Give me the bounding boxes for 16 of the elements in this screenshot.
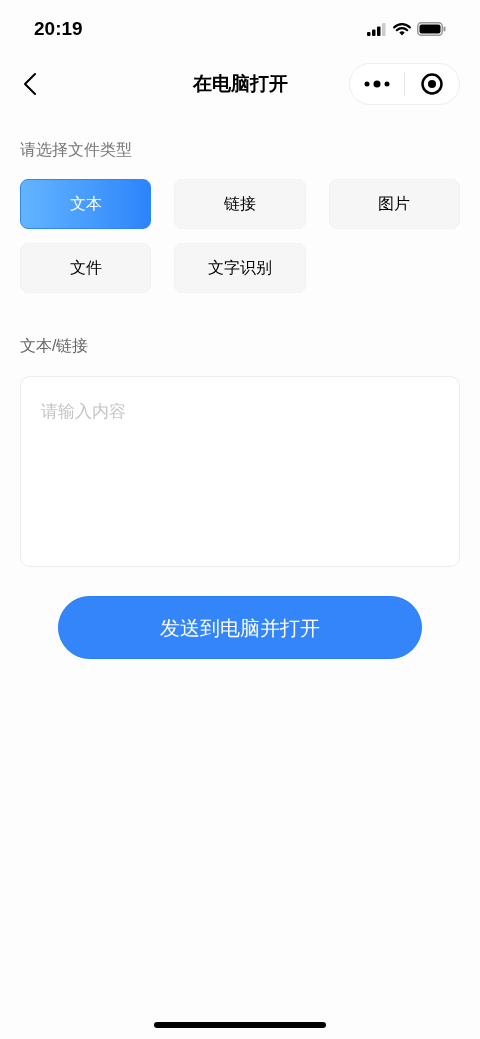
status-time: 20:19	[34, 16, 83, 41]
signal-icon	[367, 22, 387, 36]
target-icon	[420, 72, 444, 96]
back-icon	[23, 72, 37, 96]
wifi-icon	[393, 22, 411, 36]
type-option[interactable]: 文件	[20, 243, 152, 293]
content-label: 文本/链接	[20, 336, 90, 356]
send-button[interactable]: 发送到电脑并打开	[58, 596, 422, 659]
type-option[interactable]: 链接	[174, 179, 306, 229]
type-option[interactable]: 图片	[328, 179, 460, 229]
type-option[interactable]: 文字识别	[174, 243, 306, 293]
page-title: 在电脑打开	[192, 71, 288, 96]
more-icon	[364, 80, 390, 88]
battery-icon	[417, 22, 446, 36]
content-field[interactable]: 请输入内容	[20, 376, 460, 567]
section-label: 请选择文件类型	[20, 140, 133, 160]
